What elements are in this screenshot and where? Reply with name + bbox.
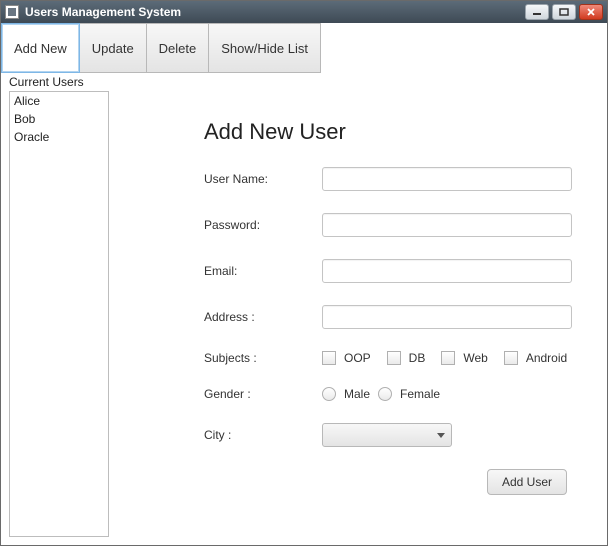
form-title: Add New User — [204, 119, 579, 145]
password-input[interactable] — [322, 213, 572, 237]
row-address: Address : — [204, 305, 579, 329]
label-password: Password: — [204, 218, 322, 232]
row-username: User Name: — [204, 167, 579, 191]
add-user-form: Add New User User Name: Password: Email:… — [109, 91, 599, 537]
row-email: Email: — [204, 259, 579, 283]
app-window: Users Management System Add New Update D… — [0, 0, 608, 546]
window-title: Users Management System — [25, 5, 525, 19]
row-gender: Gender : Male Female — [204, 387, 579, 401]
opt-female: Female — [400, 387, 440, 401]
label-address: Address : — [204, 310, 322, 324]
add-new-button[interactable]: Add New — [1, 23, 80, 73]
radio-male[interactable] — [322, 387, 336, 401]
row-city: City : — [204, 423, 579, 447]
add-user-button[interactable]: Add User — [487, 469, 567, 495]
gender-group: Male Female — [322, 387, 448, 401]
checkbox-db[interactable] — [387, 351, 401, 365]
label-email: Email: — [204, 264, 322, 278]
delete-button[interactable]: Delete — [146, 23, 210, 73]
window-controls — [525, 4, 603, 20]
app-icon — [5, 5, 19, 19]
label-city: City : — [204, 428, 322, 442]
city-combobox[interactable] — [322, 423, 452, 447]
users-listbox[interactable]: Alice Bob Oracle — [9, 91, 109, 537]
opt-db: DB — [409, 351, 426, 365]
content-area: Current Users Alice Bob Oracle Add New U… — [1, 73, 607, 545]
minimize-button[interactable] — [525, 4, 549, 20]
label-subjects: Subjects : — [204, 351, 322, 365]
update-button[interactable]: Update — [79, 23, 147, 73]
titlebar: Users Management System — [1, 1, 607, 23]
checkbox-android[interactable] — [504, 351, 518, 365]
opt-web: Web — [463, 351, 487, 365]
opt-android: Android — [526, 351, 567, 365]
checkbox-oop[interactable] — [322, 351, 336, 365]
current-users-label: Current Users — [9, 75, 599, 89]
checkbox-web[interactable] — [441, 351, 455, 365]
maximize-icon — [559, 8, 569, 16]
username-input[interactable] — [322, 167, 572, 191]
list-item[interactable]: Bob — [10, 110, 108, 128]
row-subjects: Subjects : OOP DB Web Android — [204, 351, 579, 365]
radio-female[interactable] — [378, 387, 392, 401]
close-icon — [586, 8, 596, 16]
address-input[interactable] — [322, 305, 572, 329]
label-gender: Gender : — [204, 387, 322, 401]
email-input[interactable] — [322, 259, 572, 283]
show-hide-list-button[interactable]: Show/Hide List — [208, 23, 321, 73]
body: Alice Bob Oracle Add New User User Name:… — [9, 91, 599, 537]
opt-male: Male — [344, 387, 370, 401]
row-password: Password: — [204, 213, 579, 237]
minimize-icon — [532, 8, 542, 16]
close-button[interactable] — [579, 4, 603, 20]
list-item[interactable]: Alice — [10, 92, 108, 110]
subjects-group: OOP DB Web Android — [322, 351, 575, 365]
list-item[interactable]: Oracle — [10, 128, 108, 146]
opt-oop: OOP — [344, 351, 371, 365]
submit-row: Add User — [204, 469, 579, 495]
chevron-down-icon — [437, 433, 445, 438]
label-username: User Name: — [204, 172, 322, 186]
toolbar: Add New Update Delete Show/Hide List — [1, 23, 607, 73]
maximize-button[interactable] — [552, 4, 576, 20]
